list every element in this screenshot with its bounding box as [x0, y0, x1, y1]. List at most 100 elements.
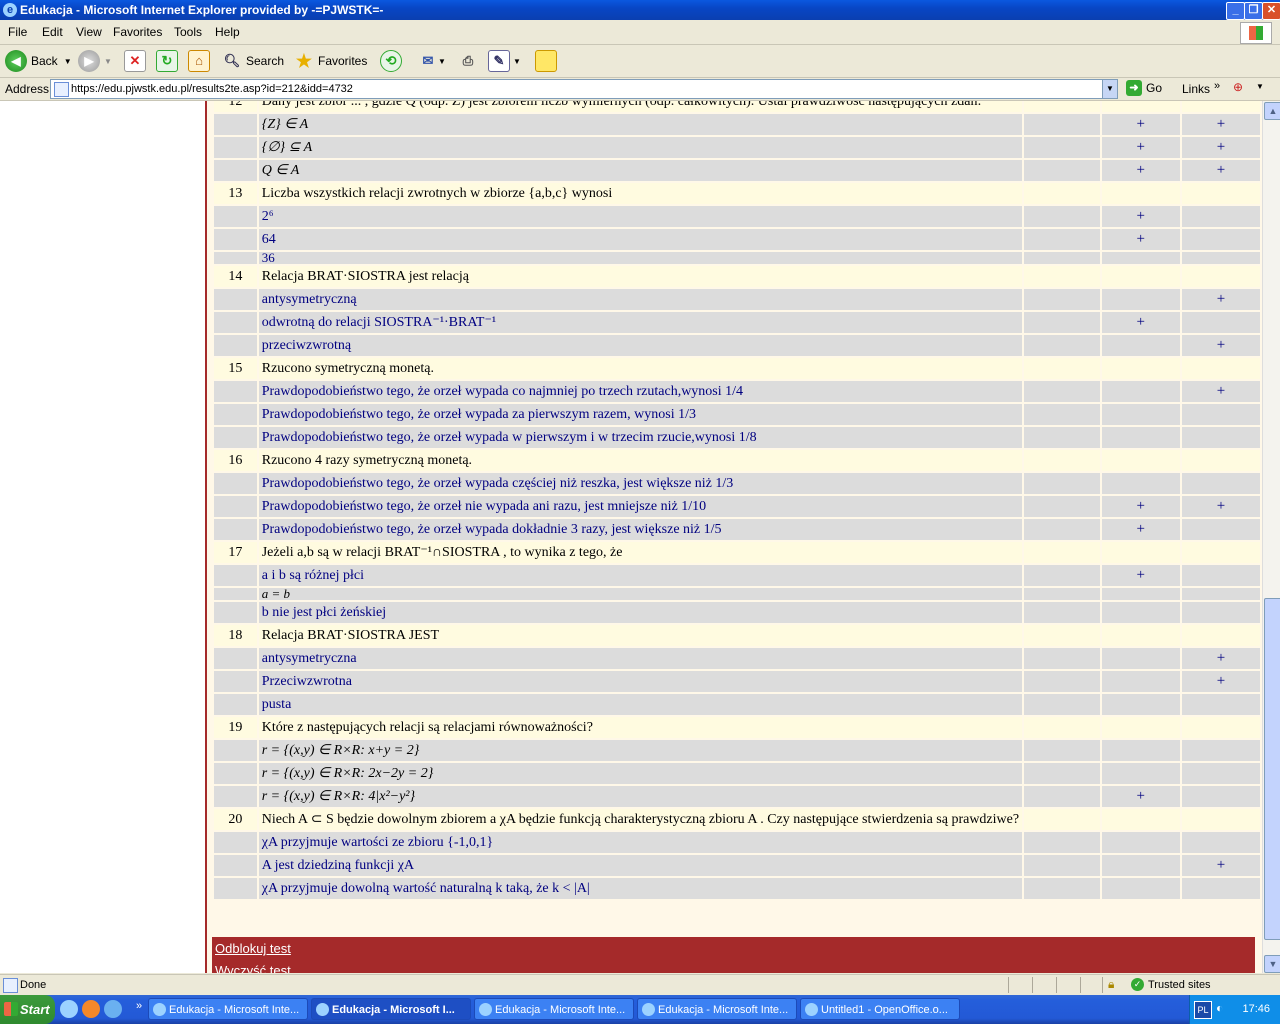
- close-button[interactable]: ✕: [1262, 2, 1280, 20]
- answer-spacer: [214, 832, 257, 853]
- forward-dropdown-icon[interactable]: ▼: [104, 57, 112, 66]
- history-button[interactable]: ⟲: [380, 49, 402, 73]
- translate-dropdown-icon[interactable]: ▼: [1256, 82, 1264, 91]
- answer-spacer: [214, 588, 257, 600]
- answer-mark-2: +: [1101, 496, 1180, 517]
- links-label[interactable]: Links: [1182, 82, 1210, 96]
- main-frame: 12 Dany jest zbiór ... , gdzie Q (odp. Z)…: [207, 101, 1262, 973]
- address-dropdown-icon[interactable]: ▼: [1102, 80, 1117, 98]
- address-field[interactable]: ▼: [50, 79, 1118, 99]
- start-button[interactable]: Start: [0, 995, 55, 1024]
- ie-alt-quicklaunch-icon[interactable]: [104, 1000, 122, 1018]
- menu-tools[interactable]: Tools: [174, 25, 202, 39]
- task-label: Edukacja - Microsoft I...: [332, 1004, 455, 1016]
- answer-text: {Z} ∈ A: [258, 114, 1023, 135]
- search-button[interactable]: 🔍︎ Search: [222, 49, 284, 73]
- favorites-button[interactable]: ★ Favorites: [294, 49, 367, 73]
- quicklaunch-chevron-icon[interactable]: »: [136, 1000, 142, 1012]
- tray-app-icon[interactable]: ◐: [1216, 1001, 1223, 1015]
- question-row: 15 Rzucono symetryczną monetą.: [214, 358, 1260, 379]
- question-row: 19 Które z następujących relacji są relac…: [214, 717, 1260, 738]
- answer-col-1: [1024, 625, 1100, 646]
- answer-text: 36: [258, 252, 1023, 264]
- mail-button[interactable]: ✉ ▼: [418, 49, 446, 73]
- question-number: 12: [214, 101, 257, 112]
- answer-col-1: [1024, 101, 1100, 112]
- answer-col-1: [1024, 542, 1100, 563]
- taskbar-button[interactable]: Edukacja - Microsoft Inte...: [637, 998, 797, 1020]
- menu-view[interactable]: View: [76, 25, 102, 39]
- answer-mark-3: [1181, 878, 1260, 899]
- answer-mark-3: [1181, 312, 1260, 333]
- print-button[interactable]: ⎙: [458, 49, 478, 73]
- test-actions-bar: Odblokuj test Wyczyść test: [212, 937, 1255, 973]
- scroll-thumb[interactable]: [1264, 598, 1280, 940]
- taskbar-button[interactable]: Edukacja - Microsoft Inte...: [148, 998, 308, 1020]
- taskbar-button[interactable]: Edukacja - Microsoft Inte...: [474, 998, 634, 1020]
- answer-col-3: [1181, 266, 1260, 287]
- answer-text: r = {(x,y) ∈ R×R: 4|x²−y²}: [258, 786, 1023, 807]
- notes-button[interactable]: [535, 49, 557, 73]
- answer-col-2: [1101, 183, 1180, 204]
- answer-mark-3: [1181, 786, 1260, 807]
- firefox-quicklaunch-icon[interactable]: [82, 1000, 100, 1018]
- question-text: Liczba wszystkich relacji zwrotnych w zb…: [258, 183, 1023, 204]
- answer-mark-3: [1181, 763, 1260, 784]
- scroll-up-icon[interactable]: ▲: [1264, 102, 1280, 120]
- edit-dropdown-icon[interactable]: ▼: [513, 57, 521, 66]
- links-chevron-icon[interactable]: »: [1214, 80, 1220, 92]
- menu-file[interactable]: File: [8, 25, 27, 39]
- answer-col-3: [1181, 101, 1260, 112]
- forward-button[interactable]: ▶ ▼: [78, 49, 112, 73]
- question-number: 16: [214, 450, 257, 471]
- go-button[interactable]: ➜ Go: [1126, 80, 1162, 96]
- answer-col-3: [1181, 183, 1260, 204]
- history-icon: ⟲: [380, 50, 402, 72]
- refresh-button[interactable]: ↻: [156, 49, 178, 73]
- answer-row: a = b: [214, 588, 1260, 600]
- question-text: Relacja BRAT·SIOSTRA JEST: [258, 625, 1023, 646]
- answer-row: Prawdopodobieństwo tego, że orzeł wypada…: [214, 404, 1260, 425]
- address-input[interactable]: [71, 81, 1091, 96]
- stop-icon: ✕: [124, 50, 146, 72]
- stop-button[interactable]: ✕: [124, 49, 146, 73]
- edit-button[interactable]: ✎ ▼: [488, 49, 521, 73]
- task-label: Untitled1 - OpenOffice.o...: [821, 1004, 948, 1016]
- answer-mark-3: [1181, 832, 1260, 853]
- answer-row: odwrotną do relacji SIOSTRA⁻¹·BRAT⁻¹ +: [214, 312, 1260, 333]
- answer-text: Prawdopodobieństwo tego, że orzeł nie wy…: [258, 496, 1023, 517]
- language-indicator[interactable]: PL: [1194, 1001, 1212, 1019]
- clear-test-link[interactable]: Wyczyść test: [215, 963, 291, 973]
- mail-dropdown-icon[interactable]: ▼: [438, 57, 446, 66]
- home-button[interactable]: ⌂: [188, 49, 210, 73]
- answer-mark-2: [1101, 832, 1180, 853]
- unlock-test-link[interactable]: Odblokuj test: [215, 941, 291, 956]
- answer-mark-1: [1024, 496, 1100, 517]
- maximize-button[interactable]: ❐: [1244, 2, 1263, 20]
- ie-quicklaunch-icon[interactable]: [60, 1000, 78, 1018]
- vertical-scrollbar[interactable]: ▲ ▼: [1262, 101, 1280, 973]
- window-title: Edukacja - Microsoft Internet Explorer p…: [20, 3, 384, 17]
- taskbar-button[interactable]: Untitled1 - OpenOffice.o...: [800, 998, 960, 1020]
- question-text: Niech A ⊂ S będzie dowolnym zbiorem a χA…: [258, 809, 1023, 830]
- answer-mark-3: [1181, 694, 1260, 715]
- answer-text: b nie jest płci żeńskiej: [258, 602, 1023, 623]
- scroll-down-icon[interactable]: ▼: [1264, 955, 1280, 973]
- translate-icon[interactable]: ⊕: [1233, 80, 1249, 96]
- minimize-button[interactable]: _: [1226, 2, 1245, 20]
- menu-help[interactable]: Help: [215, 25, 240, 39]
- answer-mark-1: [1024, 427, 1100, 448]
- menu-favorites[interactable]: Favorites: [113, 25, 162, 39]
- answer-mark-2: [1101, 855, 1180, 876]
- taskbar-button[interactable]: Edukacja - Microsoft I...: [311, 998, 471, 1020]
- menu-edit[interactable]: Edit: [42, 25, 63, 39]
- answer-text: antysymetryczną: [258, 289, 1023, 310]
- answer-text: χA przyjmuje dowolną wartość naturalną k…: [258, 878, 1023, 899]
- answer-mark-2: +: [1101, 114, 1180, 135]
- answer-mark-2: [1101, 381, 1180, 402]
- back-dropdown-icon[interactable]: ▼: [64, 57, 72, 66]
- answer-text: Prawdopodobieństwo tego, że orzeł wypada…: [258, 404, 1023, 425]
- answer-spacer: [214, 335, 257, 356]
- answer-mark-3: [1181, 602, 1260, 623]
- back-button[interactable]: ◀ Back ▼: [5, 49, 72, 73]
